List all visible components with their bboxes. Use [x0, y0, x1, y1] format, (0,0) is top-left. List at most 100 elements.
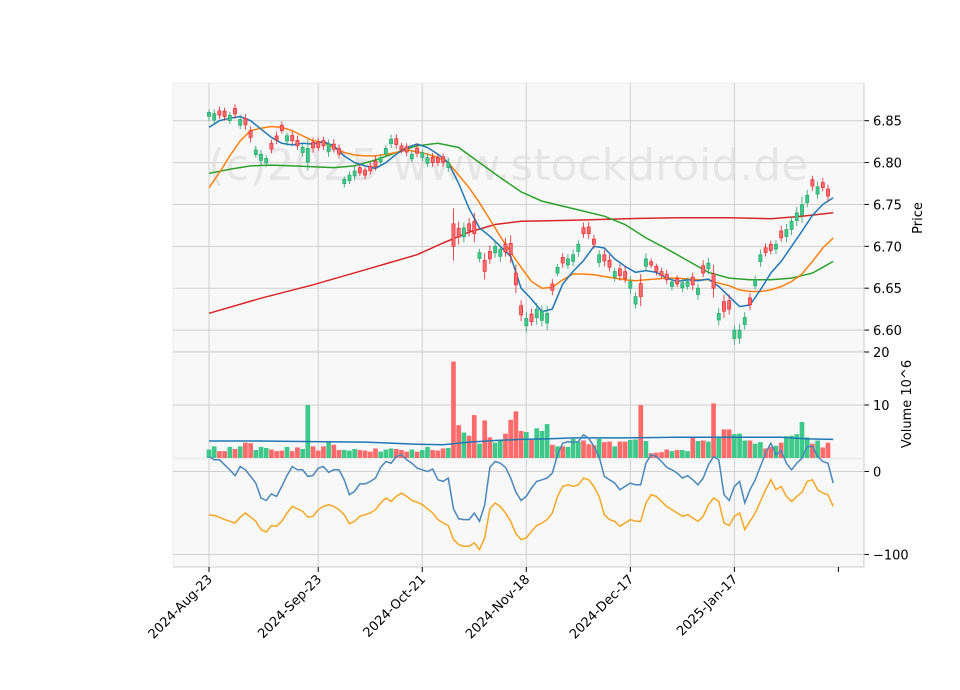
- volume-bar: [627, 439, 633, 458]
- candle-body: [618, 268, 622, 276]
- volume-tick-label: 20: [873, 346, 890, 361]
- candle-body: [664, 273, 669, 281]
- price-axis-title: Price: [911, 202, 926, 234]
- volume-bar: [284, 446, 290, 458]
- volume-axis-title: Volume 10^6: [900, 360, 915, 448]
- candle-body: [571, 254, 576, 262]
- candle-body: [378, 157, 383, 163]
- volume-bar: [659, 452, 664, 458]
- volume-bar: [789, 435, 794, 458]
- volume-bar: [565, 446, 571, 458]
- volume-bar: [378, 451, 383, 458]
- candle-body: [638, 283, 643, 297]
- candle-body: [810, 179, 815, 187]
- volume-bar: [248, 443, 253, 458]
- volume-bar: [685, 451, 690, 458]
- candle-body: [279, 124, 284, 132]
- volume-bar: [352, 448, 357, 458]
- volume-bar: [622, 441, 628, 458]
- candle-body: [508, 243, 513, 255]
- volume-bar: [347, 450, 352, 458]
- date-axis: 2024-Aug-23 2024-Sep-23 2024-Oct-21 2024-No…: [146, 566, 864, 642]
- volume-bar: [534, 428, 540, 458]
- volume-bar: [404, 451, 410, 458]
- candle-body: [748, 297, 752, 306]
- candle-body: [550, 283, 555, 291]
- volume-bar: [518, 430, 524, 458]
- candle-body: [222, 110, 227, 117]
- volume-bar: [211, 446, 217, 458]
- candle-body: [446, 162, 451, 168]
- candle-body: [566, 258, 570, 266]
- candle-body: [586, 226, 591, 235]
- candle-body: [363, 169, 367, 176]
- volume-bar: [321, 446, 326, 458]
- candle-body: [524, 318, 529, 327]
- volume-bar: [617, 441, 623, 458]
- candle-body: [794, 212, 799, 221]
- volume-axis: 10 20: [863, 346, 890, 458]
- candle-body: [487, 251, 492, 260]
- volume-bar: [471, 415, 477, 458]
- volume-panel: 10 20 Volume 10^6: [172, 346, 915, 459]
- volume-bar: [700, 440, 706, 458]
- volume-bar: [274, 451, 279, 458]
- candle-body: [727, 300, 732, 310]
- volume-bar: [227, 446, 233, 458]
- volume-bar: [222, 451, 227, 458]
- candle-body: [415, 147, 419, 154]
- candle-body: [274, 135, 279, 141]
- volume-bar: [742, 440, 748, 458]
- price-tick-label: 6.70: [873, 240, 902, 255]
- candle-body: [784, 229, 789, 237]
- candle-body: [368, 165, 373, 172]
- candle-body: [628, 281, 633, 289]
- candle-body: [217, 110, 222, 116]
- volume-bar: [726, 429, 732, 458]
- volume-bar: [341, 450, 347, 458]
- volume-bar: [752, 443, 758, 458]
- candle-body: [675, 278, 680, 285]
- candle-body: [513, 272, 518, 286]
- volume-bar: [295, 447, 300, 458]
- candle-body: [742, 317, 747, 325]
- candle-body: [805, 194, 810, 204]
- candle-body: [383, 148, 388, 155]
- candle-body: [649, 261, 654, 266]
- volume-bar: [695, 441, 701, 458]
- candle-body: [233, 108, 237, 115]
- volume-bar: [758, 442, 763, 458]
- volume-bar: [523, 432, 529, 458]
- volume-bar: [643, 441, 649, 458]
- candle-body: [779, 230, 784, 239]
- date-tick-label: 2024-Oct-21: [361, 572, 429, 640]
- volume-bar: [269, 449, 274, 458]
- volume-bar: [373, 448, 378, 458]
- candle-body: [461, 227, 466, 238]
- candle-body: [680, 282, 685, 289]
- candle-body: [430, 156, 435, 163]
- candle-body: [295, 140, 300, 147]
- volume-bar: [435, 450, 441, 458]
- volume-bar: [513, 411, 519, 458]
- volume-bar: [305, 405, 311, 458]
- volume-bar: [388, 448, 394, 458]
- volume-bar: [539, 430, 545, 458]
- volume-bar: [664, 449, 670, 458]
- candle-body: [311, 141, 315, 149]
- volume-bar: [336, 450, 342, 458]
- candle-body: [493, 246, 498, 254]
- volume-bar: [279, 450, 285, 458]
- candle-body: [357, 167, 362, 174]
- oscillator-tick-label: 0: [873, 465, 881, 480]
- volume-bar: [300, 448, 305, 458]
- candle-body: [815, 186, 820, 195]
- volume-bar: [409, 449, 415, 458]
- candle-body: [592, 238, 596, 245]
- volume-bar: [461, 432, 467, 458]
- candle-body: [576, 243, 581, 252]
- price-panel: (c)2025 www.stockdroid.de 6.606.656.706.…: [172, 82, 926, 352]
- volume-bar: [440, 448, 446, 458]
- volume-bar: [477, 443, 482, 458]
- candle-body: [300, 146, 305, 153]
